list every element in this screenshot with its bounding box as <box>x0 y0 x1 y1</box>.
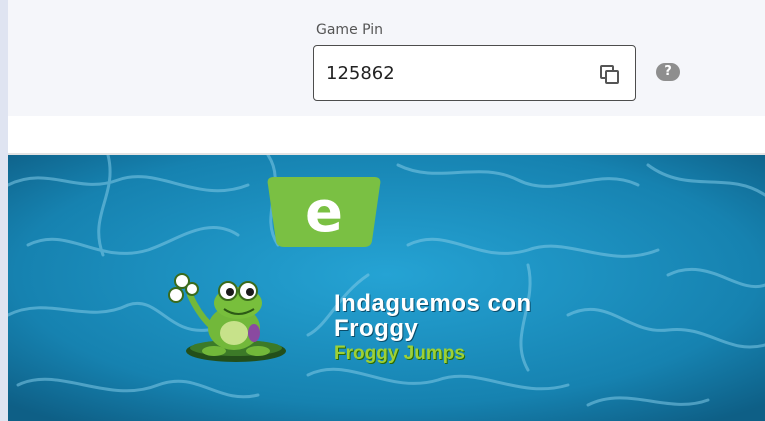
help-icon[interactable]: ? <box>656 63 680 81</box>
left-edge-strip <box>0 0 8 421</box>
game-pin-label: Game Pin <box>316 22 384 38</box>
logo-letter: e <box>305 180 343 245</box>
game-banner: e Indaguemos con Froggy Froggy Jumps <box>8 155 765 421</box>
copy-icon[interactable] <box>599 64 621 86</box>
game-pin-field[interactable]: 125862 <box>313 45 636 101</box>
water-pattern <box>8 155 765 421</box>
game-pin-value: 125862 <box>326 63 395 84</box>
game-title-line-1: Indaguemos con <box>334 290 532 317</box>
game-subtitle: Froggy Jumps <box>334 343 465 364</box>
edpuzzle-logo-icon: e <box>267 177 381 247</box>
frog-icon <box>168 273 286 362</box>
game-title-line-2: Froggy <box>334 315 419 342</box>
